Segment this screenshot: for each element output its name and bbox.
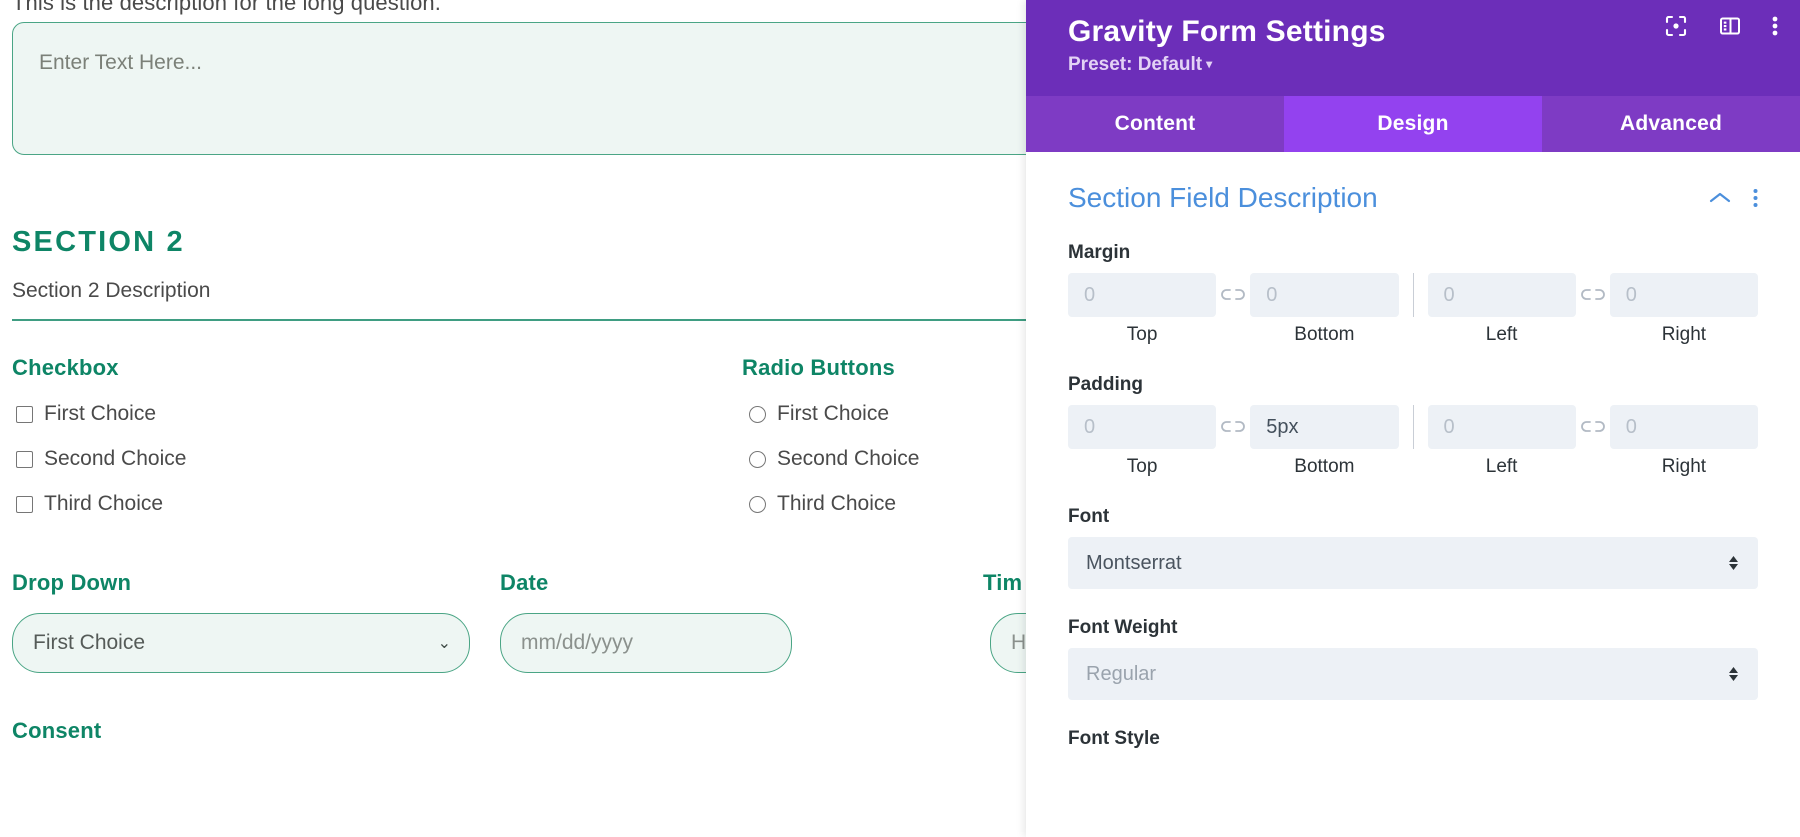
checkbox-icon[interactable] [16,405,33,423]
margin-left-caption: Left [1485,324,1518,345]
settings-group-title: Section Field Description [1068,182,1378,213]
date-placeholder: mm/dd/yyyy [521,631,634,654]
tab-content[interactable]: Content [1026,96,1284,152]
padding-vertical-group: 0 5px [1068,405,1399,449]
settings-group-header[interactable]: Section Field Description [1068,152,1758,214]
radio-option-3[interactable]: Third Choice [749,492,896,516]
link-broken-icon[interactable] [1216,287,1250,303]
padding-top-input[interactable]: 0 [1068,405,1217,449]
font-label: Font [1068,506,1110,527]
date-input[interactable]: mm/dd/yyyy [500,613,792,673]
tab-design[interactable]: Design [1284,96,1542,152]
time-input[interactable]: H [990,613,1026,673]
padding-top-caption: Top [1126,456,1158,477]
panel-header-icons [1664,14,1778,38]
long-answer-textarea[interactable]: Enter Text Here... [12,22,1026,155]
checkbox-option-1[interactable]: First Choice [16,402,156,426]
chevron-down-icon: ▾ [1206,57,1213,71]
chevron-up-icon[interactable] [1709,191,1731,205]
checkbox-option-label: Second Choice [44,447,187,470]
form-preview-area: This is the description for the long que… [0,0,1026,837]
panel-header: Gravity Form Settings Preset: Default ▾ [1026,0,1800,96]
margin-fields: 0 0 0 0 [1068,273,1758,317]
section-description: Section 2 Description [12,279,211,302]
radio-option-1[interactable]: First Choice [749,402,889,426]
section-title: SECTION 2 [12,226,185,258]
consent-label: Consent [12,718,102,743]
preset-selector[interactable]: Preset: Default ▾ [1068,54,1776,76]
margin-divider [1412,273,1414,317]
font-weight-label: Font Weight [1068,617,1178,638]
radio-icon[interactable] [749,495,766,513]
checkbox-option-2[interactable]: Second Choice [16,447,186,471]
margin-left-input[interactable]: 0 [1427,273,1576,317]
tab-advanced[interactable]: Advanced [1542,96,1800,152]
dropdown-value: First Choice [33,631,146,654]
chevron-down-icon: ⌄ [437,635,451,652]
margin-right-caption: Right [1661,324,1707,345]
font-weight-select-value: Regular [1086,662,1157,685]
checkbox-icon[interactable] [16,495,33,513]
checkbox-icon[interactable] [16,450,33,468]
radio-option-2[interactable]: Second Choice [749,447,919,471]
padding-bottom-input[interactable]: 5px [1250,405,1399,449]
padding-divider [1412,405,1414,449]
checkbox-option-label: Third Choice [44,492,164,515]
select-arrows-icon [1727,553,1740,573]
margin-vertical-group: 0 0 [1068,273,1399,317]
radio-option-label: Third Choice [777,492,897,515]
font-weight-select[interactable]: Regular [1068,648,1758,700]
radio-option-label: First Choice [777,402,890,425]
panel-tabs: Content Design Advanced [1026,96,1800,152]
padding-left-input[interactable]: 0 [1427,405,1576,449]
radio-icon[interactable] [749,450,766,468]
radio-group-label: Radio Buttons [742,355,895,380]
margin-right-input[interactable]: 0 [1609,273,1758,317]
font-select-value: Montserrat [1086,551,1182,574]
checkbox-group-label: Checkbox [12,355,119,380]
more-vertical-icon[interactable] [1753,188,1758,208]
focus-target-icon[interactable] [1664,14,1688,38]
date-label: Date [500,570,549,595]
padding-right-caption: Right [1661,456,1707,477]
layout-panel-icon[interactable] [1718,14,1742,38]
padding-horizontal-group: 0 0 [1427,405,1758,449]
checkbox-option-label: First Choice [44,402,157,425]
time-label: Tim [983,570,1023,595]
padding-fields: 0 5px 0 0 [1068,405,1758,449]
link-broken-icon[interactable] [1576,419,1610,435]
long-question-description: This is the description for the long que… [12,0,441,15]
font-style-label: Font Style [1068,728,1160,749]
preset-label: Preset: Default [1068,54,1203,75]
margin-top-caption: Top [1126,324,1158,345]
margin-label: Margin [1068,242,1131,263]
dropdown-select[interactable]: First Choice ⌄ [12,613,470,673]
font-select[interactable]: Montserrat [1068,537,1758,589]
long-answer-placeholder: Enter Text Here... [39,51,203,74]
settings-group-actions [1709,188,1758,208]
gravity-form-settings-panel: Gravity Form Settings Preset: Default▾ [1026,0,1800,837]
screen: This is the description for the long que… [0,0,1800,837]
panel-body: Section Field Description Margin 0 0 0 0… [1026,152,1800,837]
more-vertical-icon[interactable] [1772,14,1778,38]
padding-left-caption: Left [1485,456,1518,477]
link-broken-icon[interactable] [1576,287,1610,303]
padding-bottom-caption: Bottom [1294,456,1355,477]
padding-label: Padding [1068,374,1143,395]
radio-option-label: Second Choice [777,447,920,470]
margin-horizontal-group: 0 0 [1427,273,1758,317]
padding-right-input[interactable]: 0 [1609,405,1758,449]
margin-captions: Top Bottom Left Right [1068,324,1758,346]
radio-icon[interactable] [749,405,766,423]
margin-bottom-caption: Bottom [1294,324,1355,345]
margin-bottom-input[interactable]: 0 [1250,273,1399,317]
section-divider [12,319,1026,321]
link-broken-icon[interactable] [1216,419,1250,435]
dropdown-label: Drop Down [12,570,132,595]
time-placeholder: H [1011,631,1026,654]
padding-captions: Top Bottom Left Right [1068,456,1758,478]
margin-top-input[interactable]: 0 [1068,273,1217,317]
select-arrows-icon [1727,664,1740,684]
checkbox-option-3[interactable]: Third Choice [16,492,163,516]
